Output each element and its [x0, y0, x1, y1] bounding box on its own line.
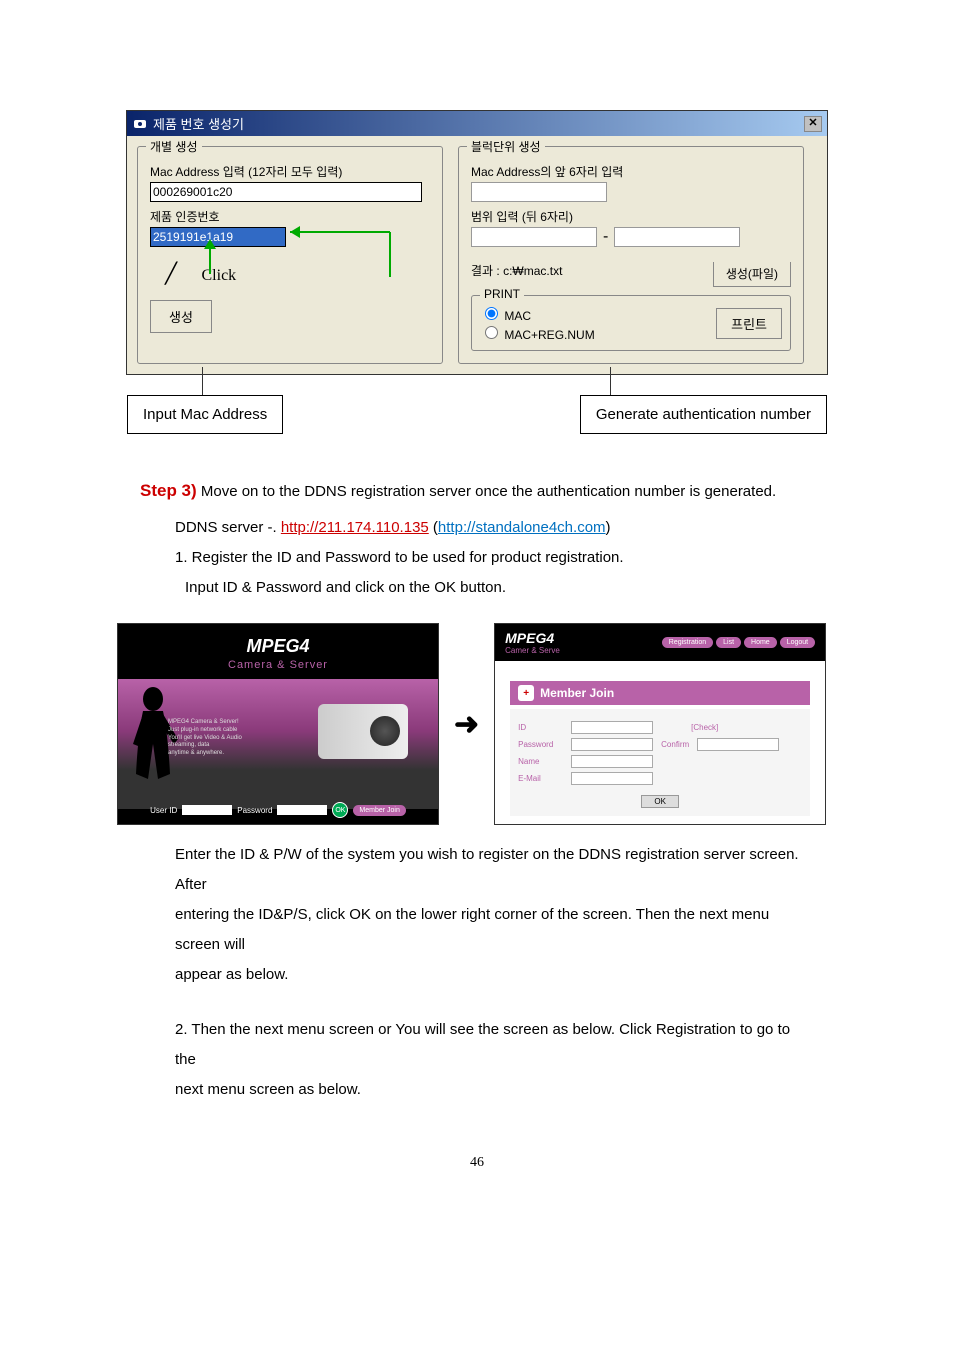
callout-input-mac: Input Mac Address	[127, 395, 283, 434]
ddns-server-line: DDNS server -. http://211.174.110.135 (h…	[175, 513, 814, 543]
join-plus-icon: +	[518, 685, 534, 701]
nav-buttons: Registration List Home Logout	[662, 637, 815, 648]
print-group: PRINT MAC MAC+REG.NUM 프린트	[471, 295, 791, 351]
step-3-label: Step 3)	[140, 481, 197, 500]
promo-text: MPEG4 Camera & Server! Just plug-in netw…	[168, 719, 242, 758]
login-ok-button[interactable]: OK	[332, 802, 348, 818]
ddns-ip-link[interactable]: http://211.174.110.135	[281, 519, 429, 536]
step-3-heading: Step 3) Move on to the DDNS registration…	[140, 474, 814, 508]
document-content: Step 3) Move on to the DDNS registration…	[140, 474, 814, 603]
individual-generation-group: 개별 생성 Mac Address 입력 (12자리 모두 입력) 제품 인증번…	[137, 146, 443, 364]
after-line-2: entering the ID&P/S, click OK on the low…	[175, 900, 814, 960]
form-confirm-label: Confirm	[661, 740, 689, 749]
after-line-1: Enter the ID & P/W of the system you wis…	[175, 840, 814, 900]
app-icon	[132, 116, 148, 132]
right-legend: 블럭단위 생성	[467, 138, 545, 155]
arrow-right-icon: ➜	[454, 707, 479, 742]
block-generation-group: 블럭단위 생성 Mac Address의 앞 6자리 입력 범위 입력 (뒤 6…	[458, 146, 804, 364]
range-from-input[interactable]	[471, 227, 597, 247]
ddns-domain-link[interactable]: http://standalone4ch.com	[438, 519, 606, 536]
callouts: Input Mac Address Generate authenticatio…	[127, 395, 827, 434]
callout-connector-left	[202, 367, 203, 395]
form-name-label: Name	[518, 757, 563, 766]
arrow-to-click-icon	[180, 239, 240, 279]
screenshot2-header: MPEG4 Camer & Serve Registration List Ho…	[495, 624, 825, 661]
form-ok-button[interactable]: OK	[641, 795, 679, 808]
after-line-3: appear as below.	[175, 960, 814, 990]
user-id-label: User ID	[150, 806, 177, 815]
page-number: 46	[10, 1155, 944, 1171]
join-form: ID [Check] Password Confirm Name E-Mail …	[510, 709, 810, 816]
form-password-label: Password	[518, 740, 563, 749]
member-join-link[interactable]: Member Join	[353, 805, 405, 816]
form-name-input[interactable]	[571, 755, 653, 768]
after-images-text: Enter the ID & P/W of the system you wis…	[140, 840, 814, 1105]
radio-mac-reg[interactable]: MAC+REG.NUM	[480, 323, 595, 342]
password-input[interactable]	[277, 805, 327, 815]
mac-prefix-input[interactable]	[471, 182, 607, 202]
close-icon[interactable]: ✕	[804, 116, 822, 132]
form-password-input[interactable]	[571, 738, 653, 751]
form-id-label: ID	[518, 723, 563, 732]
result-path-label: 결과 : c:₩mac.txt	[471, 264, 562, 278]
mac-prefix-label: Mac Address의 앞 6자리 입력	[471, 163, 791, 180]
title-bar: 제품 번호 생성기 ✕	[127, 111, 827, 136]
password-label: Password	[237, 806, 272, 815]
arrow-to-mac-icon	[290, 222, 410, 282]
range-dash: -	[603, 228, 608, 246]
range-to-input[interactable]	[614, 227, 740, 247]
form-confirm-input[interactable]	[697, 738, 779, 751]
nav-logout[interactable]: Logout	[780, 637, 815, 648]
nav-home[interactable]: Home	[744, 637, 777, 648]
screenshot-row: MPEG4 Camera & Server MPEG4 Camera & Ser…	[117, 623, 837, 825]
generator-window: 제품 번호 생성기 ✕ 개별 생성 Mac Address 입력 (12자리 모…	[126, 110, 828, 375]
check-link[interactable]: [Check]	[691, 723, 718, 732]
window-title: 제품 번호 생성기	[153, 114, 244, 133]
left-legend: 개별 생성	[146, 138, 202, 155]
generate-button[interactable]: 생성	[150, 300, 212, 333]
item-1b: Input ID & Password and click on the OK …	[185, 573, 814, 603]
slash-icon: ╱	[165, 261, 177, 285]
form-email-label: E-Mail	[518, 774, 563, 783]
item-1: 1. Register the ID and Password to be us…	[175, 543, 814, 573]
print-button[interactable]: 프린트	[716, 308, 782, 339]
step-3-text: Move on to the DDNS registration server …	[197, 483, 777, 500]
radio-mac[interactable]: MAC	[480, 304, 531, 323]
nav-list[interactable]: List	[716, 637, 741, 648]
form-email-input[interactable]	[571, 772, 653, 785]
camera-image	[318, 704, 408, 759]
mpeg-logo: MPEG4	[118, 624, 438, 659]
mpeg-logo-2: MPEG4	[505, 630, 560, 646]
item-2b: next menu screen as below.	[175, 1075, 814, 1105]
callout-connector-right	[610, 367, 611, 395]
nav-registration[interactable]: Registration	[662, 637, 713, 648]
login-screenshot: MPEG4 Camera & Server MPEG4 Camera & Ser…	[117, 623, 439, 825]
form-id-input[interactable]	[571, 721, 653, 734]
user-id-input[interactable]	[182, 805, 232, 815]
callout-gen-auth: Generate authentication number	[580, 395, 827, 434]
mac-input-label: Mac Address 입력 (12자리 모두 입력)	[150, 163, 430, 180]
mac-address-input[interactable]	[150, 182, 422, 202]
print-legend: PRINT	[480, 287, 524, 301]
range-label: 범위 입력 (뒤 6자리)	[471, 208, 791, 225]
mpeg-subtitle: Camera & Server	[118, 659, 438, 671]
member-join-heading: + Member Join	[510, 681, 810, 705]
login-bar: User ID Password OK Member Join	[118, 798, 438, 822]
generate-file-button[interactable]: 생성(파일)	[713, 262, 791, 287]
mpeg-sub-2: Camer & Serve	[505, 646, 560, 655]
item-2a: 2. Then the next menu screen or You will…	[175, 1015, 814, 1075]
member-join-screenshot: MPEG4 Camer & Serve Registration List Ho…	[494, 623, 826, 825]
